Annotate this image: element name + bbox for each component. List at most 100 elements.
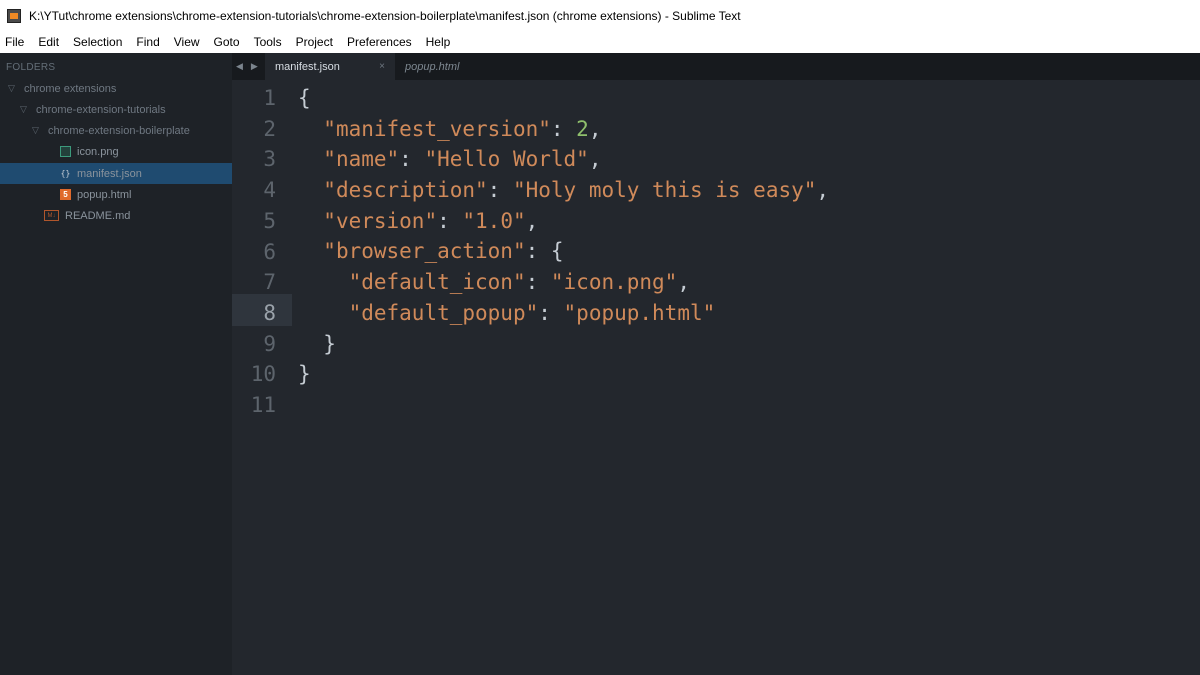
menu-goto[interactable]: Goto	[214, 35, 240, 49]
window-title: K:\YTut\chrome extensions\chrome-extensi…	[29, 8, 741, 23]
folders-header: FOLDERS	[6, 62, 56, 73]
tab-bar: ◀ ▶ manifest.json × popup.html	[232, 53, 1200, 80]
punctuation-token: : {	[525, 239, 564, 264]
punctuation-token: ,	[677, 270, 690, 295]
menu-selection[interactable]: Selection	[73, 35, 122, 49]
sidebar-item-label: chrome-extension-boilerplate	[48, 124, 190, 137]
punctuation-token: :	[487, 178, 513, 203]
line-number: 3	[263, 147, 276, 172]
tab-label: popup.html	[405, 60, 460, 73]
string-token: "default_popup"	[348, 300, 539, 325]
code-line: "browser_action": {	[298, 236, 829, 267]
line-number: 4	[263, 178, 276, 203]
punctuation-token: ,	[588, 147, 602, 172]
chevron-down-icon: ▽	[20, 104, 27, 114]
sidebar-item-label: popup.html	[77, 188, 132, 201]
sidebar-file-readme-md[interactable]: M↓ README.md	[0, 205, 232, 226]
string-token: "popup.html"	[563, 300, 716, 325]
menu-file[interactable]: File	[5, 35, 24, 49]
chevron-down-icon: ▽	[32, 125, 39, 135]
punctuation-token	[298, 209, 323, 233]
close-icon[interactable]: ×	[379, 61, 385, 72]
code-line: }	[298, 329, 829, 360]
tab-navigation: ◀ ▶	[236, 53, 266, 80]
string-token: "description"	[323, 178, 488, 203]
line-number: 5	[263, 208, 276, 233]
tab-manifest-json[interactable]: manifest.json ×	[265, 53, 395, 80]
string-token: "default_icon"	[348, 270, 526, 295]
punctuation-token	[298, 178, 323, 202]
menu-bar: File Edit Selection Find View Goto Tools…	[0, 31, 1200, 53]
line-number: 10	[250, 362, 276, 387]
punctuation-token: :	[437, 208, 463, 233]
code-line: "description": "Holy moly this is easy",	[298, 175, 829, 206]
sidebar-item-label: chrome extensions	[24, 82, 117, 95]
line-number-gutter: 1 2 3 4 5 6 7 8 9 10 11	[232, 80, 292, 675]
image-file-icon	[60, 146, 71, 157]
line-number: 8	[263, 300, 276, 325]
code-line: "name": "Hello World",	[298, 144, 829, 175]
chevron-down-icon: ▽	[8, 83, 15, 93]
menu-edit[interactable]: Edit	[38, 35, 59, 49]
code-area[interactable]: { "manifest_version": 2, "name": "Hello …	[298, 83, 829, 421]
tab-popup-html[interactable]: popup.html	[405, 53, 459, 80]
tab-prev-icon[interactable]: ◀	[236, 61, 243, 72]
menu-view[interactable]: View	[174, 35, 200, 49]
sidebar-file-popup-html[interactable]: 5 popup.html	[0, 184, 232, 205]
punctuation-token: {	[298, 86, 311, 110]
punctuation-token	[298, 301, 349, 325]
punctuation-token: }	[298, 362, 311, 387]
menu-tools[interactable]: Tools	[254, 35, 282, 49]
punctuation-token: ,	[588, 116, 602, 141]
string-token: "1.0"	[462, 208, 526, 233]
line-number: 7	[263, 270, 276, 295]
sidebar-item-label: icon.png	[77, 145, 119, 158]
number-token: 2	[576, 116, 589, 141]
string-token: "manifest_version"	[323, 116, 551, 141]
menu-preferences[interactable]: Preferences	[347, 35, 412, 49]
punctuation-token: }	[298, 331, 336, 356]
line-number: 6	[263, 239, 276, 264]
punctuation-token: :	[550, 116, 577, 141]
code-line: {	[298, 83, 829, 114]
punctuation-token	[298, 117, 323, 141]
code-editor[interactable]: 1 2 3 4 5 6 7 8 9 10 11 { "manifest_version": 2, "…	[232, 80, 1200, 675]
title-bar: K:\YTut\chrome extensions\chrome-extensi…	[0, 0, 1200, 31]
code-line: }	[298, 359, 829, 390]
sidebar-folder-chrome-extension-tutorials[interactable]: ▽ chrome-extension-tutorials	[0, 99, 232, 120]
string-token: "Holy moly this is easy"	[512, 178, 817, 203]
code-line: "manifest_version": 2,	[298, 114, 829, 145]
line-number: 11	[250, 393, 276, 417]
code-line: "default_popup": "popup.html"	[298, 298, 829, 329]
line-number: 1	[263, 86, 276, 110]
sidebar-item-label: chrome-extension-tutorials	[36, 103, 166, 116]
sidebar-file-icon-png[interactable]: icon.png	[0, 141, 232, 162]
json-file-icon: {}	[60, 169, 71, 178]
html5-file-icon: 5	[60, 189, 71, 200]
sidebar-item-label: manifest.json	[77, 167, 142, 180]
code-line: "version": "1.0",	[298, 206, 829, 237]
punctuation-token: :	[538, 300, 564, 325]
string-token: "Hello World"	[424, 147, 589, 172]
punctuation-token: ,	[525, 208, 539, 233]
menu-help[interactable]: Help	[426, 35, 451, 49]
string-token: "browser_action"	[323, 239, 526, 264]
sidebar-folder-chrome-extension-boilerplate[interactable]: ▽ chrome-extension-boilerplate	[0, 120, 232, 141]
sidebar: FOLDERS ▽ chrome extensions ▽ chrome-ext…	[0, 53, 232, 675]
menu-project[interactable]: Project	[296, 35, 333, 49]
string-token: "icon.png"	[550, 270, 678, 295]
sidebar-file-manifest-json[interactable]: {} manifest.json	[0, 163, 232, 184]
punctuation-token: :	[525, 270, 551, 295]
menu-find[interactable]: Find	[136, 35, 159, 49]
sidebar-folder-chrome-extensions[interactable]: ▽ chrome extensions	[0, 78, 232, 99]
punctuation-token	[298, 239, 323, 263]
punctuation-token	[298, 147, 323, 171]
punctuation-token	[298, 270, 349, 294]
tab-next-icon[interactable]: ▶	[251, 61, 258, 72]
punctuation-token: :	[399, 147, 425, 172]
markdown-file-icon: M↓	[44, 210, 59, 221]
string-token: "name"	[323, 147, 400, 172]
sublime-text-app-icon	[7, 8, 21, 23]
sidebar-item-label: README.md	[65, 209, 131, 222]
